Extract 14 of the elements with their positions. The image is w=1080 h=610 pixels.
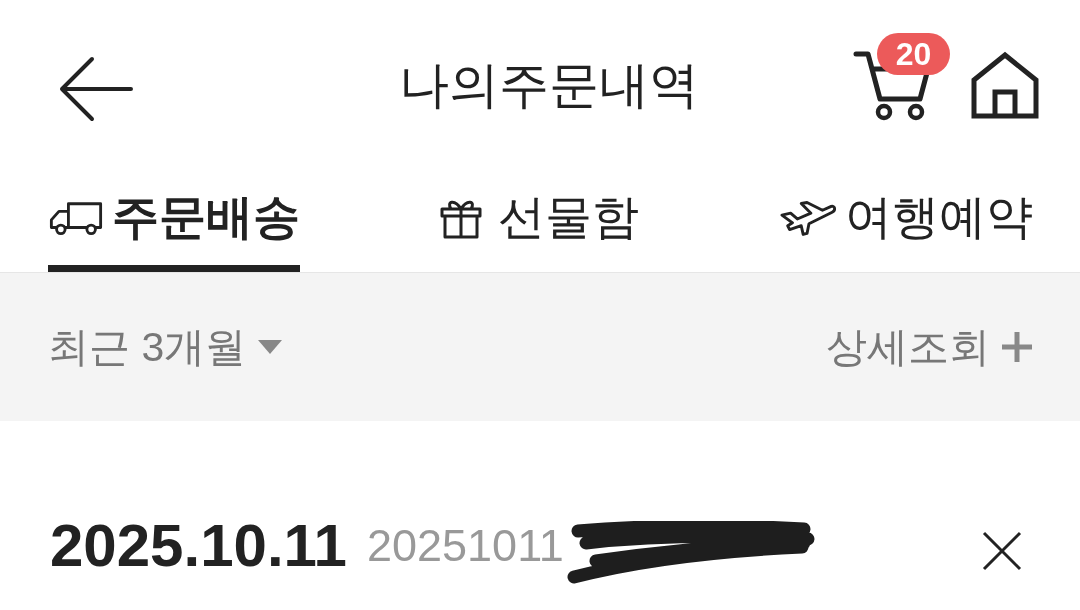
period-dropdown[interactable]: 최근 3개월 — [48, 319, 283, 375]
order-date: 2025.10.11 — [50, 511, 347, 581]
back-arrow-icon[interactable] — [57, 56, 133, 122]
order-number: 20251011 — [367, 520, 564, 572]
caret-down-icon — [258, 340, 283, 354]
page-title: 나의주문내역 — [398, 56, 699, 115]
detail-search-button[interactable]: 상세조회 — [826, 319, 1032, 375]
close-icon[interactable] — [982, 531, 1022, 571]
home-icon[interactable] — [970, 51, 1040, 119]
tab[interactable]: 선물함 — [440, 170, 639, 272]
truck-icon — [48, 199, 104, 236]
tab[interactable]: 여행예약 — [779, 170, 1033, 272]
cart-count-badge: 20 — [877, 33, 950, 75]
plus-icon — [1002, 332, 1032, 362]
